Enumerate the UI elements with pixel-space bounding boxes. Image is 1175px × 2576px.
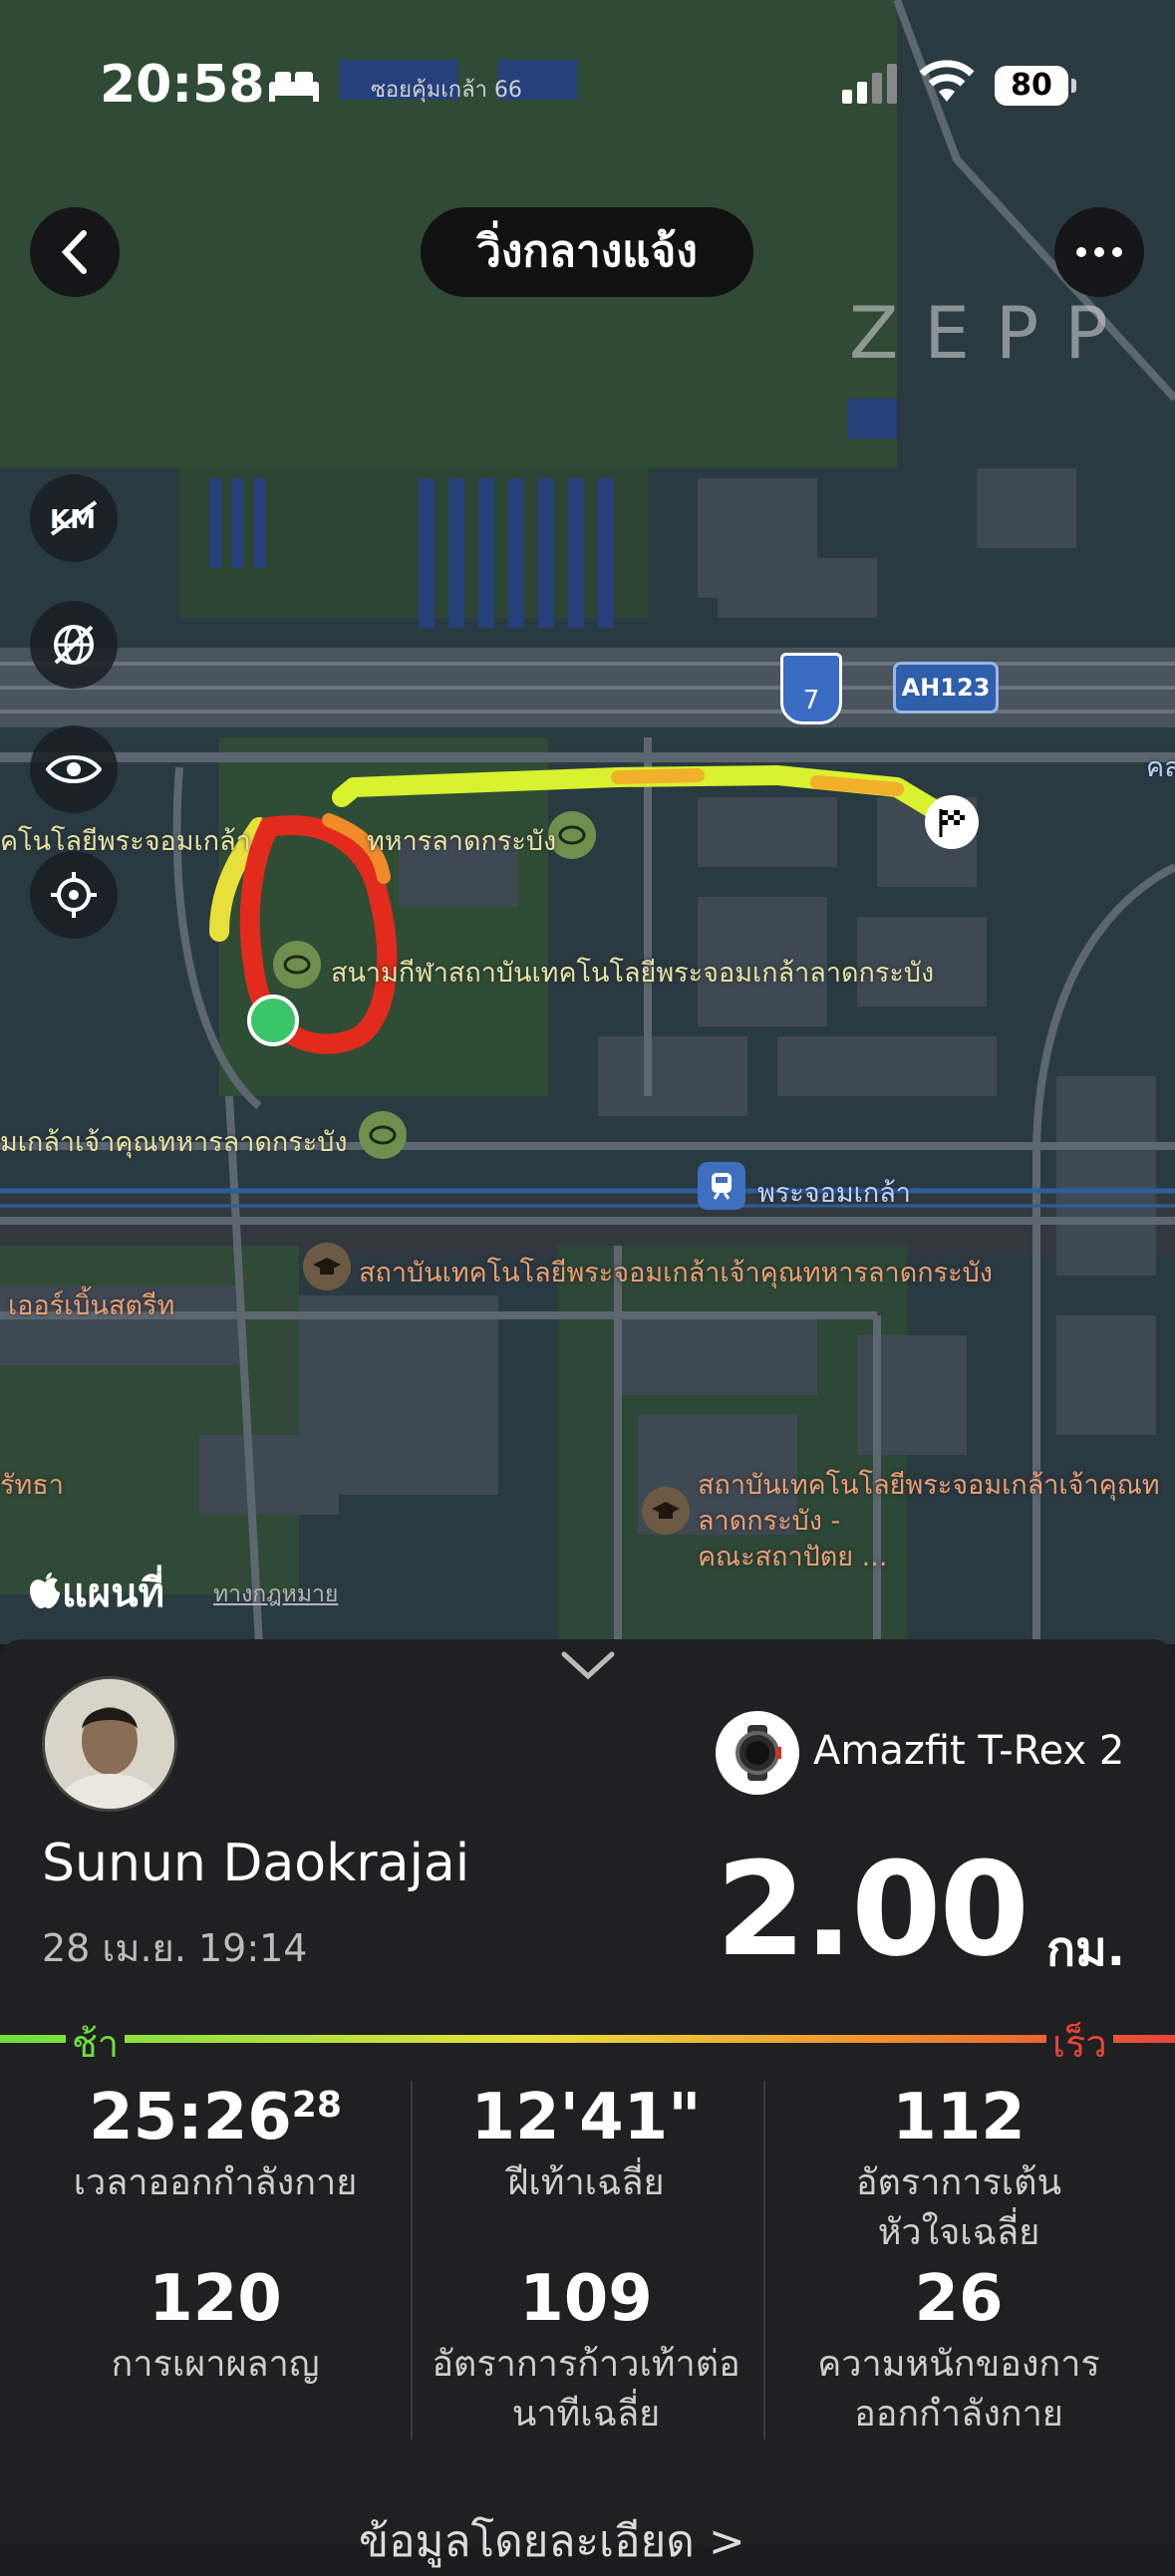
stat-training-load: 26 ความหนักของการ ออกกำลังกาย bbox=[817, 2262, 1100, 2434]
pace-color-toggle[interactable] bbox=[30, 601, 118, 689]
page-title: วิ่งกลางแจ้ง bbox=[421, 207, 753, 297]
map-label-top-mid: ทหารลาดกระบัง bbox=[367, 826, 557, 857]
stat-avg-pace: 12'41" ฝีเท้าเฉลี่ย bbox=[470, 2081, 702, 2203]
stat-avg-cadence: 109 อัตราการก้าวเท้าต่อ นาทีเฉลี่ย bbox=[432, 2262, 740, 2434]
zepp-watermark: ZEPP bbox=[849, 291, 1134, 375]
highway-shield-7: 7 bbox=[780, 653, 842, 724]
stadium-poi-icon-3[interactable] bbox=[359, 1111, 407, 1159]
battery-indicator: 80 bbox=[995, 66, 1076, 106]
map-label-left-bottom: รัทธา bbox=[0, 1470, 64, 1501]
map-label-station: พระจอมเกล้า bbox=[757, 1178, 911, 1209]
legal-link[interactable]: ทางกฎหมาย bbox=[213, 1576, 338, 1612]
status-time: 20:58 bbox=[100, 55, 265, 115]
wifi-icon bbox=[919, 60, 975, 102]
stadium-poi-icon-2[interactable] bbox=[273, 941, 321, 989]
more-options-button[interactable] bbox=[1054, 207, 1144, 297]
distance-unit: กม. bbox=[1046, 1921, 1125, 1977]
bed-icon bbox=[269, 72, 319, 102]
highway-shield-ah123: AH123 bbox=[893, 662, 999, 714]
apple-icon bbox=[30, 1573, 60, 1608]
stat-avg-heart-rate: 112 อัตราการเต้น หัวใจเฉลี่ย bbox=[855, 2081, 1062, 2253]
map-label-left-top: คโนโลยีพระจอมเกล้า bbox=[0, 826, 251, 857]
eye-icon bbox=[46, 755, 102, 783]
map-label-left-mid: มเกล้าเจ้าคุณทหารลาดกระบัง bbox=[0, 1127, 348, 1158]
status-bar: 20:58 ซอยคุ้มเกล้า 66 80 bbox=[0, 0, 1175, 169]
visibility-toggle[interactable] bbox=[30, 725, 118, 813]
detailed-data-link[interactable]: ข้อมูลโดยละเอียด > bbox=[359, 2506, 745, 2576]
km-markers-toggle[interactable]: KM bbox=[30, 474, 118, 562]
cellular-signal-icon bbox=[842, 64, 897, 104]
pace-gradient-bar bbox=[0, 2035, 1175, 2043]
watch-icon bbox=[716, 1711, 799, 1795]
collapse-chevron-icon[interactable] bbox=[558, 1646, 618, 1682]
crosshair-icon bbox=[51, 872, 97, 918]
distance-value: 2.00 bbox=[716, 1834, 1029, 1985]
map-label-street: เออร์เบิ้นสตรีท bbox=[8, 1290, 175, 1321]
status-location: ซอยคุ้มเกล้า 66 bbox=[371, 78, 522, 103]
pace-slow-label: ช้า bbox=[66, 2013, 126, 2074]
km-off-icon: KM bbox=[50, 500, 98, 536]
map-label-institute: สถาบันเทคโนโลยีพระจอมเกล้าเจ้าคุณทหารลาด… bbox=[359, 1258, 993, 1288]
edge-label: คล bbox=[1146, 752, 1175, 783]
workout-date: 28 เม.ย. 19:14 bbox=[42, 1926, 308, 1970]
avatar[interactable] bbox=[42, 1676, 177, 1812]
train-station-icon[interactable] bbox=[698, 1162, 745, 1210]
device-name: Amazfit T-Rex 2 bbox=[813, 1728, 1125, 1774]
school-poi-icon-2[interactable] bbox=[642, 1487, 690, 1535]
map-label-faculty-3: คณะสถาปัตย ... bbox=[698, 1542, 888, 1573]
chevron-left-icon bbox=[61, 230, 87, 274]
start-marker bbox=[247, 995, 299, 1046]
locate-button[interactable] bbox=[30, 851, 118, 939]
finish-flag-icon bbox=[925, 795, 979, 849]
more-dots-icon bbox=[1076, 247, 1122, 257]
user-name: Sunun Daokrajai bbox=[42, 1834, 470, 1893]
stat-duration: 25:2628 เวลาออกกำลังกาย bbox=[73, 2081, 358, 2203]
stat-calories: 120 การเผาผลาญ bbox=[111, 2262, 320, 2385]
pace-fast-label: เร็ว bbox=[1046, 2013, 1113, 2074]
map-label-stadium: สนามกีฬาสถาบันเทคโนโลยีพระจอมเกล้าลาดกระ… bbox=[331, 958, 935, 989]
school-poi-icon[interactable] bbox=[303, 1243, 351, 1290]
back-button[interactable] bbox=[30, 207, 120, 297]
apple-maps-logo: แผนที่ bbox=[28, 1561, 164, 1624]
globe-off-icon bbox=[54, 625, 94, 665]
